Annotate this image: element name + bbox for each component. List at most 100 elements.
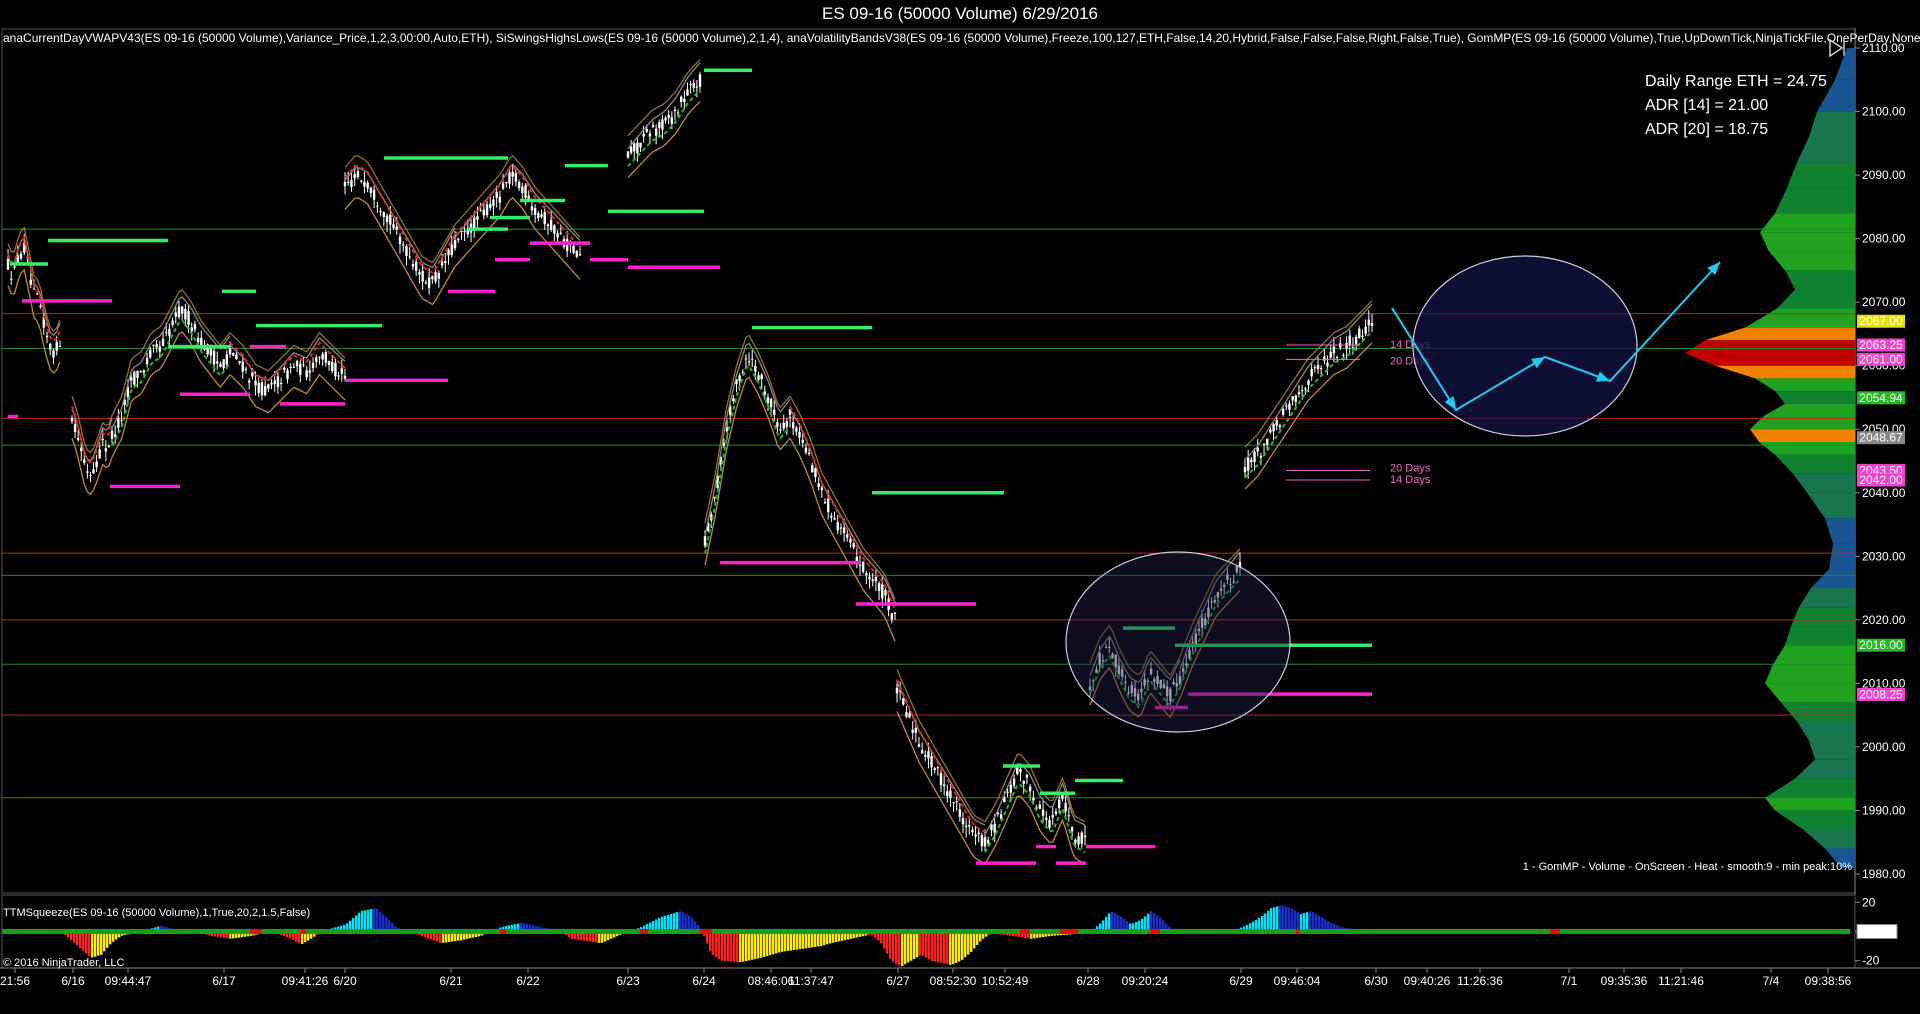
price-bar-body <box>292 366 296 368</box>
price-bar-body <box>369 187 373 194</box>
price-bar-body <box>244 368 248 370</box>
price-bar-body <box>1335 356 1339 358</box>
price-bar-body <box>917 744 921 747</box>
band-label-lower-14: 14 Days <box>1390 474 1431 486</box>
oscillator-bar <box>790 931 793 951</box>
osc-y-tick-label: 20 <box>1862 895 1876 909</box>
price-bar-body <box>152 344 155 346</box>
price-bar-body <box>6 258 10 270</box>
price-bar-body <box>639 142 642 148</box>
oscillator-bar <box>100 931 103 955</box>
price-bar-body <box>667 114 670 118</box>
price-bar-body <box>98 449 101 459</box>
y-tick-label: 2020.00 <box>1862 613 1906 627</box>
price-bar-body <box>263 385 267 396</box>
annotation-circle-right <box>1412 255 1638 437</box>
price-bar-body <box>1045 817 1048 821</box>
price-bar-body <box>698 74 702 87</box>
y-tick-label: 2080.00 <box>1862 232 1906 246</box>
price-bar-body <box>1358 328 1361 339</box>
price-bar-body <box>1278 425 1282 428</box>
price-bar-body <box>447 249 450 256</box>
x-tick-label: 6/20 <box>333 974 357 988</box>
price-bar-body <box>117 417 120 428</box>
oscillator-bar <box>934 931 937 962</box>
adr14-text: ADR [14] = 21.00 <box>1645 97 1768 114</box>
y-tick-label: 2000.00 <box>1862 740 1906 754</box>
price-bar-body <box>751 358 754 360</box>
oscillator-bar <box>787 931 790 951</box>
price-bar-body <box>158 346 162 352</box>
oscillator-bar <box>1309 911 1312 932</box>
chart-canvas[interactable]: anaCurrentDayVWAPV43(ES 09-16 (50000 Vol… <box>0 0 1920 1014</box>
oscillator-bar <box>928 931 931 960</box>
price-bar-body <box>846 534 849 538</box>
price-bar-body <box>359 180 363 182</box>
daily-range-text: Daily Range ETH = 24.75 <box>1645 73 1827 90</box>
price-bar-body <box>457 238 460 241</box>
price-bar-body <box>356 171 360 178</box>
y-tick-label: 2100.00 <box>1862 105 1906 119</box>
price-bar-body <box>884 589 887 596</box>
price-bar-body <box>453 240 457 249</box>
x-tick-label: 11:37:47 <box>788 974 834 988</box>
y-tick-label: 1980.00 <box>1862 867 1906 881</box>
price-bar-body <box>732 398 735 402</box>
x-tick-label: 09:46:04 <box>1274 974 1321 988</box>
oscillator-bar <box>715 931 718 958</box>
volume-profile-band <box>1791 607 1855 627</box>
oscillator-bar <box>796 931 799 950</box>
price-bar-body <box>664 117 667 121</box>
price-bar-body <box>161 338 165 346</box>
oscillator-bar <box>1273 907 1276 932</box>
price-bar-body <box>964 825 968 828</box>
price-bar-body <box>334 362 337 377</box>
price-bar-body <box>1370 322 1374 326</box>
price-bar-body <box>1246 457 1250 471</box>
oscillator-bar <box>370 909 373 932</box>
oscillator-bar <box>358 912 361 932</box>
oscillator-bar <box>1279 905 1282 932</box>
price-bar-body <box>865 573 868 575</box>
price-bar-body <box>295 360 299 367</box>
volume-profile-band <box>1759 441 1855 455</box>
price-bar-body <box>814 467 817 478</box>
x-tick-label: 11:21:46 <box>1658 974 1704 988</box>
price-bar-body <box>1009 784 1013 793</box>
oscillator-bar <box>364 910 367 932</box>
oscillator-bar <box>895 931 898 964</box>
price-bar-body <box>501 183 505 189</box>
oscillator-bar <box>1111 911 1114 932</box>
price-bar-body <box>402 244 405 246</box>
oscillator-bar <box>778 931 781 953</box>
price-bar-body <box>139 371 142 373</box>
y-tick-label: 2040.00 <box>1862 486 1906 500</box>
price-bar-body <box>858 564 862 566</box>
price-bar-body <box>648 133 652 137</box>
price-bar-body <box>343 182 347 187</box>
oscillator-bar <box>784 931 787 952</box>
price-bar-body <box>958 809 962 817</box>
price-bar-body <box>533 208 537 215</box>
price-bar-body <box>695 86 699 88</box>
price-bar-body <box>13 266 16 268</box>
price-bar-body <box>1307 380 1310 385</box>
price-bar-body <box>811 465 814 473</box>
price-bar-body <box>1288 403 1291 411</box>
volume-profile-band <box>1685 353 1855 366</box>
price-bar-body <box>1332 346 1336 354</box>
price-bar-body <box>19 253 23 259</box>
price-bar-body <box>431 276 434 280</box>
price-bar-body <box>546 224 550 227</box>
price-bar-body <box>29 279 32 285</box>
price-bar-body <box>785 421 789 427</box>
price-bar-body <box>524 185 527 198</box>
price-bar-body <box>517 182 521 189</box>
price-bar-body <box>686 89 689 96</box>
x-tick-label: 6/21 <box>439 974 463 988</box>
price-bar-body <box>842 527 846 534</box>
price-bar-body <box>120 419 123 421</box>
price-bar-body <box>379 211 382 213</box>
oscillator-bar <box>1282 905 1285 932</box>
price-bar-body <box>343 375 347 379</box>
